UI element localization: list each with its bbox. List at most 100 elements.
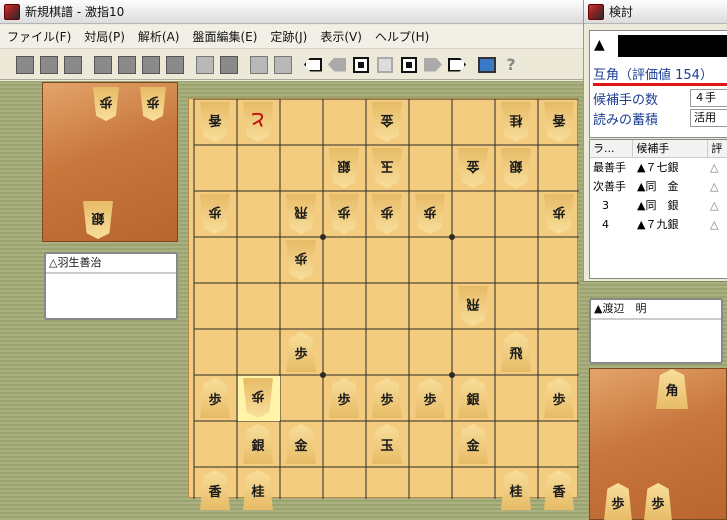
candidate-count-select[interactable]: ４手 bbox=[690, 89, 727, 107]
back-arrow-icon[interactable] bbox=[302, 54, 324, 76]
gote-piece[interactable]: 飛 bbox=[458, 286, 488, 326]
evaluation-panel: ▲ 互角（評価値 154） 候補手の数 ４手 読みの蓄積 活用 bbox=[589, 30, 727, 138]
sente-hand-pawn[interactable]: 歩 bbox=[604, 483, 632, 520]
toolbar: ? bbox=[0, 50, 583, 80]
main-titlebar[interactable]: 新規棋譜 - 激指10 bbox=[0, 0, 583, 24]
gote-piece[interactable]: 歩 bbox=[243, 378, 273, 418]
sente-hand-bishop[interactable]: 角 bbox=[656, 369, 688, 409]
sente-piece[interactable]: 歩 bbox=[286, 332, 316, 372]
pass-icon[interactable] bbox=[248, 54, 270, 76]
candidate-row[interactable]: 3 ▲同 銀 △ bbox=[590, 196, 727, 215]
gote-piece[interactable]: 歩 bbox=[544, 194, 574, 234]
menu-game[interactable]: 対局(P) bbox=[83, 26, 126, 47]
app-icon bbox=[4, 3, 20, 20]
analysis-window: 検討 ▲ 互角（評価値 154） 候補手の数 ４手 読みの蓄積 活用 ラ... … bbox=[583, 0, 727, 281]
sente-piece[interactable]: 歩 bbox=[415, 378, 445, 418]
menu-file[interactable]: ファイル(F) bbox=[6, 26, 72, 47]
sente-piece[interactable]: 香 bbox=[544, 470, 574, 510]
col-move[interactable]: 候補手 bbox=[633, 140, 709, 157]
gote-hand-pawn[interactable]: 歩 bbox=[140, 87, 166, 121]
pass-icon[interactable] bbox=[272, 54, 294, 76]
step-back-icon[interactable] bbox=[326, 54, 348, 76]
gote-piece[interactable]: と bbox=[243, 102, 273, 142]
menu-board-edit[interactable]: 盤面編集(E) bbox=[191, 26, 258, 47]
app-icon bbox=[588, 3, 604, 20]
sente-piece[interactable]: 香 bbox=[200, 470, 230, 510]
save-icon[interactable] bbox=[62, 54, 84, 76]
last-move-icon[interactable] bbox=[398, 54, 420, 76]
sente-piece[interactable]: 飛 bbox=[501, 332, 531, 372]
candidate-list[interactable]: ラ... 候補手 評 最善手 ▲７七銀 △ 次善手 ▲同 金 △ 3 ▲同 銀 △ 4 ▲７九… bbox=[589, 139, 727, 279]
menu-help[interactable]: ヘルプ(H) bbox=[374, 26, 430, 47]
gote-piece[interactable]: 歩 bbox=[372, 194, 402, 234]
evaluation-underline bbox=[593, 83, 727, 86]
gote-piece[interactable]: 香 bbox=[200, 102, 230, 142]
tool-icon[interactable] bbox=[92, 54, 114, 76]
sente-marker: ▲ bbox=[594, 37, 605, 53]
sente-piece[interactable]: 歩 bbox=[200, 378, 230, 418]
tool-icon[interactable] bbox=[164, 54, 186, 76]
sente-piece[interactable]: 歩 bbox=[544, 378, 574, 418]
candidate-row[interactable]: 最善手 ▲７七銀 △ bbox=[590, 158, 727, 177]
open-icon[interactable] bbox=[38, 54, 60, 76]
forward-arrow-icon[interactable] bbox=[446, 54, 468, 76]
help-icon[interactable]: ? bbox=[500, 54, 522, 76]
sente-piece[interactable]: 歩 bbox=[329, 378, 359, 418]
tool-icon[interactable] bbox=[218, 54, 240, 76]
gote-piece[interactable]: 歩 bbox=[329, 194, 359, 234]
gote-piece-stand: 歩 歩 銀 bbox=[42, 82, 178, 242]
gote-piece[interactable]: 玉 bbox=[372, 148, 402, 188]
gote-piece[interactable]: 銀 bbox=[501, 148, 531, 188]
reading-cache-select[interactable]: 活用 bbox=[690, 109, 727, 127]
analysis-titlebar[interactable]: 検討 bbox=[584, 0, 727, 24]
candidate-count-label: 候補手の数 bbox=[593, 93, 659, 108]
gote-hand-pawn[interactable]: 歩 bbox=[93, 87, 119, 121]
evaluation-text: 互角（評価値 154） bbox=[593, 68, 713, 83]
board-icon[interactable] bbox=[194, 54, 216, 76]
sente-piece-stand: 角 歩 歩 bbox=[589, 368, 727, 520]
new-doc-icon[interactable] bbox=[14, 54, 36, 76]
gote-piece[interactable]: 香 bbox=[544, 102, 574, 142]
gote-player-name: △羽生善治 bbox=[46, 254, 176, 274]
candidate-row[interactable]: 次善手 ▲同 金 △ bbox=[590, 177, 727, 196]
menu-view[interactable]: 表示(V) bbox=[319, 26, 363, 47]
analysis-title: 検討 bbox=[609, 5, 634, 19]
menu-joseki[interactable]: 定跡(J) bbox=[269, 26, 308, 47]
step-forward-icon[interactable] bbox=[422, 54, 444, 76]
gote-piece[interactable]: 銀 bbox=[329, 148, 359, 188]
tool-icon[interactable] bbox=[140, 54, 162, 76]
sente-piece[interactable]: 玉 bbox=[372, 424, 402, 464]
first-move-icon[interactable] bbox=[350, 54, 372, 76]
col-eval[interactable]: 評 bbox=[708, 140, 727, 157]
sente-piece[interactable]: 銀 bbox=[243, 424, 273, 464]
gote-piece[interactable]: 飛 bbox=[286, 194, 316, 234]
shogi-board[interactable]: 香と金桂香銀玉金銀歩飛歩歩歩歩歩飛歩飛歩歩歩歩歩銀歩銀金玉金香桂桂香 bbox=[188, 98, 579, 510]
sente-piece[interactable]: 金 bbox=[458, 424, 488, 464]
candidate-list-header: ラ... 候補手 評 bbox=[590, 140, 727, 158]
sente-piece[interactable]: 桂 bbox=[243, 470, 273, 510]
sente-piece[interactable]: 金 bbox=[286, 424, 316, 464]
gote-piece[interactable]: 歩 bbox=[200, 194, 230, 234]
gote-piece[interactable]: 金 bbox=[372, 102, 402, 142]
gote-piece[interactable]: 歩 bbox=[286, 240, 316, 280]
candidate-row[interactable]: 4 ▲７九銀 △ bbox=[590, 215, 727, 234]
main-window: 新規棋譜 - 激指10 ファイル(F) 対局(P) 解析(A) 盤面編集(E) … bbox=[0, 0, 583, 81]
tool-icon[interactable] bbox=[116, 54, 138, 76]
gote-piece[interactable]: 桂 bbox=[501, 102, 531, 142]
menu-bar: ファイル(F) 対局(P) 解析(A) 盤面編集(E) 定跡(J) 表示(V) … bbox=[0, 25, 583, 49]
menu-analysis[interactable]: 解析(A) bbox=[137, 26, 181, 47]
stop-icon[interactable] bbox=[374, 54, 396, 76]
sente-piece[interactable]: 桂 bbox=[501, 470, 531, 510]
sente-player-name: ▲渡辺 明 bbox=[591, 300, 721, 320]
sente-hand-pawn[interactable]: 歩 bbox=[644, 483, 672, 520]
gote-piece[interactable]: 金 bbox=[458, 148, 488, 188]
col-rank[interactable]: ラ... bbox=[590, 140, 634, 157]
sente-piece[interactable]: 銀 bbox=[458, 378, 488, 418]
sente-piece[interactable]: 歩 bbox=[372, 378, 402, 418]
monitor-icon[interactable] bbox=[476, 54, 498, 76]
reading-cache-label: 読みの蓄積 bbox=[593, 113, 659, 128]
best-line-bar bbox=[618, 35, 727, 57]
sente-name-box: ▲渡辺 明 bbox=[589, 298, 723, 364]
gote-hand-silver[interactable]: 銀 bbox=[83, 201, 113, 239]
gote-piece[interactable]: 歩 bbox=[415, 194, 445, 234]
